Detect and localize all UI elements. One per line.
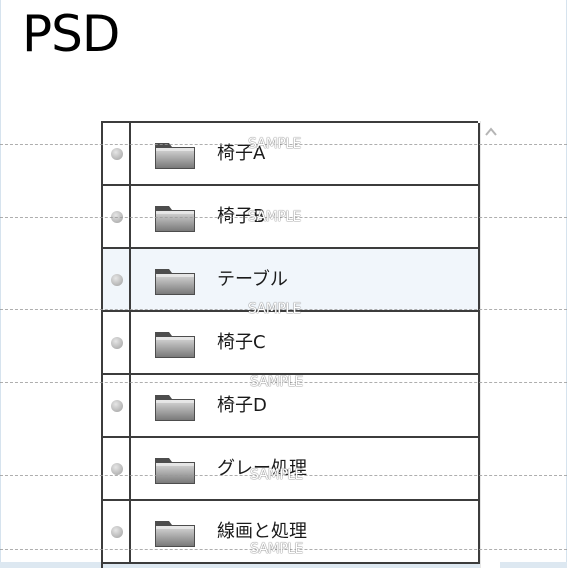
folder-icon bbox=[155, 458, 195, 484]
watermark-text: SAMPLE bbox=[250, 374, 303, 390]
visibility-dot-icon bbox=[111, 400, 123, 412]
watermark-text: SAMPLE bbox=[250, 541, 303, 557]
visibility-toggle[interactable] bbox=[103, 249, 131, 310]
visibility-dot-icon bbox=[111, 463, 123, 475]
visibility-toggle[interactable] bbox=[103, 375, 131, 436]
layer-row[interactable]: 椅子A bbox=[103, 123, 480, 186]
visibility-dot-icon bbox=[111, 274, 123, 286]
visibility-toggle[interactable] bbox=[103, 123, 131, 184]
visibility-toggle[interactable] bbox=[103, 438, 131, 499]
layer-list: 椅子A 椅子B テーブル 椅子C 椅子D グレー処理 線画と処理 bbox=[101, 121, 480, 568]
folder-icon bbox=[155, 269, 195, 295]
layer-row[interactable]: 椅子C bbox=[103, 312, 480, 375]
visibility-dot-icon bbox=[111, 526, 123, 538]
format-label: PSD bbox=[22, 5, 120, 63]
visibility-dot-icon bbox=[111, 148, 123, 160]
watermark-text: SAMPLE bbox=[248, 301, 301, 317]
layer-name: テーブル bbox=[217, 269, 288, 290]
frame-border-left bbox=[0, 0, 1, 568]
layers-panel: 椅子A 椅子B テーブル 椅子C 椅子D グレー処理 線画と処理 bbox=[101, 121, 500, 568]
folder-icon bbox=[155, 521, 195, 547]
chevron-up-icon[interactable] bbox=[484, 125, 498, 139]
watermark-text: SAMPLE bbox=[248, 209, 301, 225]
visibility-toggle[interactable] bbox=[103, 312, 131, 373]
folder-icon bbox=[155, 395, 195, 421]
scrollbar[interactable] bbox=[480, 121, 500, 568]
folder-icon bbox=[155, 206, 195, 232]
folder-icon bbox=[155, 332, 195, 358]
visibility-dot-icon bbox=[111, 337, 123, 349]
watermark-text: SAMPLE bbox=[250, 467, 303, 483]
watermark-text: SAMPLE bbox=[248, 136, 301, 152]
layer-name: 椅子C bbox=[217, 332, 266, 353]
layer-name: 椅子D bbox=[217, 395, 267, 416]
visibility-toggle[interactable] bbox=[103, 501, 131, 562]
